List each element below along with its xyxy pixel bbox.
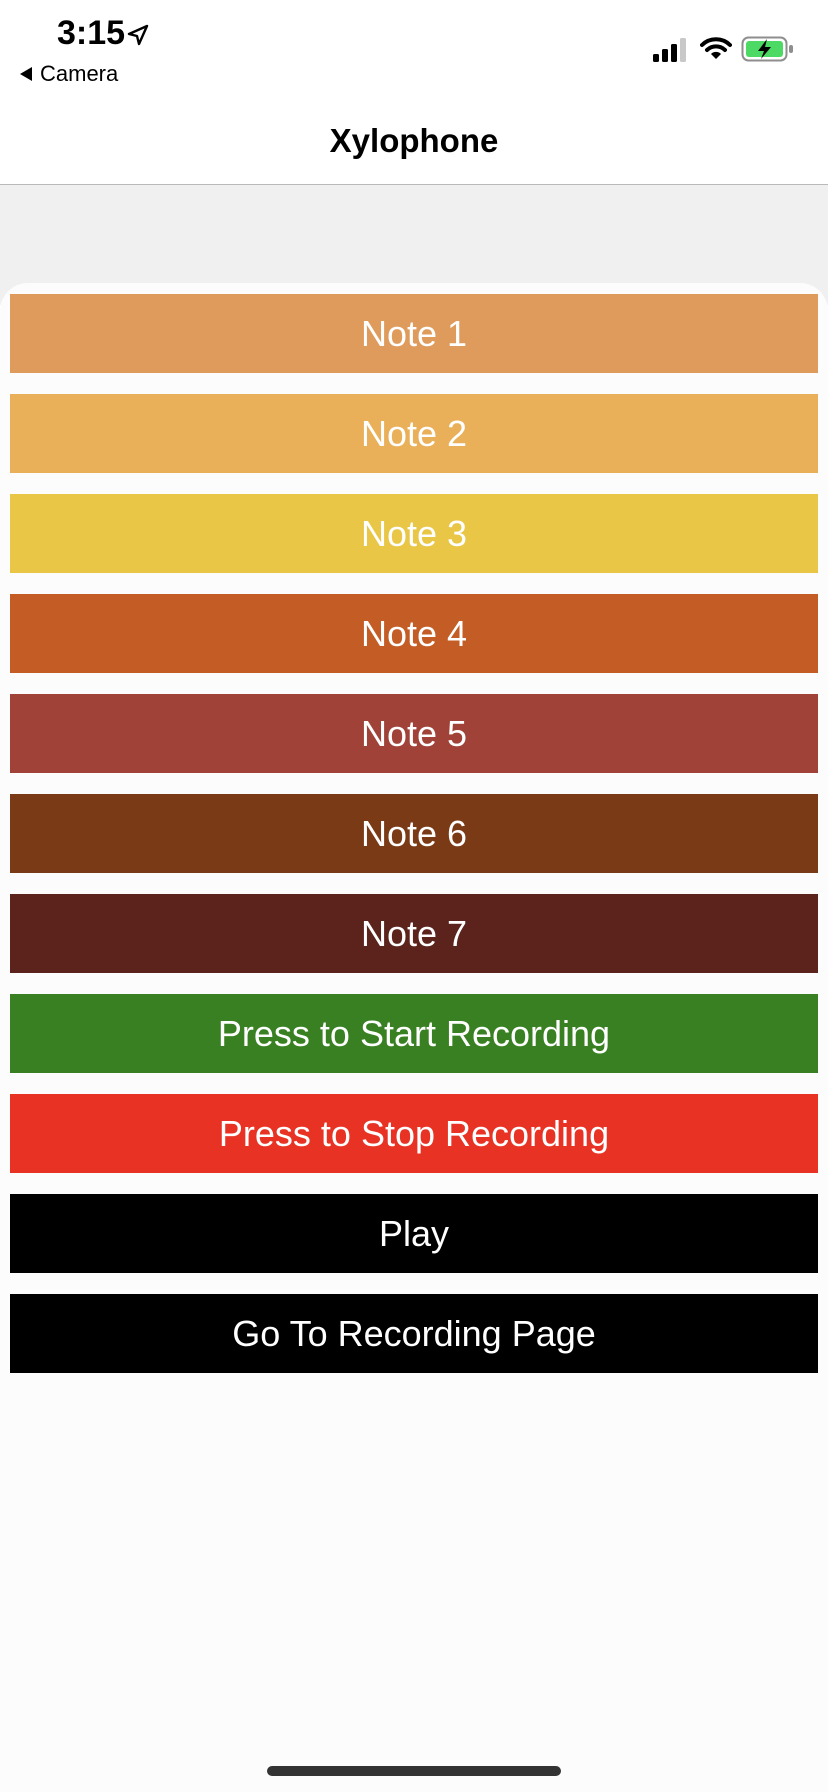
navigation-bar: Xylophone	[0, 92, 828, 185]
note-2-button[interactable]: Note 2	[10, 394, 818, 473]
back-to-camera-link[interactable]: Camera	[20, 61, 118, 87]
note-5-button[interactable]: Note 5	[10, 694, 818, 773]
location-arrow-icon	[127, 24, 149, 51]
note-4-button[interactable]: Note 4	[10, 594, 818, 673]
play-label: Play	[378, 1212, 450, 1254]
status-time: 3:15	[57, 14, 126, 52]
status-bar: 3:15 Camera	[0, 0, 828, 92]
back-app-label: Camera	[40, 61, 119, 86]
play-button[interactable]: Play	[10, 1194, 818, 1273]
go-to-recording-page-button[interactable]: Go To Recording Page	[10, 1294, 818, 1373]
note-6-button[interactable]: Note 6	[10, 794, 818, 873]
note-7-label: Note 7	[360, 912, 468, 954]
stop-recording-label: Press to Stop Recording	[218, 1112, 610, 1154]
back-triangle-icon	[20, 67, 32, 81]
note-2-label: Note 2	[360, 412, 468, 454]
stop-recording-button[interactable]: Press to Stop Recording	[10, 1094, 818, 1173]
note-1-label: Note 1	[360, 312, 468, 354]
note-6-label: Note 6	[360, 812, 468, 854]
start-recording-button[interactable]: Press to Start Recording	[10, 994, 818, 1073]
note-4-label: Note 4	[360, 612, 468, 654]
go-to-recording-page-label: Go To Recording Page	[232, 1312, 596, 1354]
cellular-signal-icon	[653, 38, 689, 67]
page-title: Xylophone	[329, 122, 499, 159]
home-indicator[interactable]	[267, 1766, 561, 1776]
battery-charging-icon	[741, 36, 795, 67]
xylophone-panel: Note 1 Note 2 Note 3 Note 4 Note 5 Note …	[0, 283, 828, 1792]
start-recording-label: Press to Start Recording	[217, 1012, 611, 1054]
note-3-label: Note 3	[360, 512, 468, 554]
note-7-button[interactable]: Note 7	[10, 894, 818, 973]
note-5-label: Note 5	[360, 712, 468, 754]
note-3-button[interactable]: Note 3	[10, 494, 818, 573]
wifi-icon	[700, 37, 732, 66]
note-1-button[interactable]: Note 1	[10, 294, 818, 373]
